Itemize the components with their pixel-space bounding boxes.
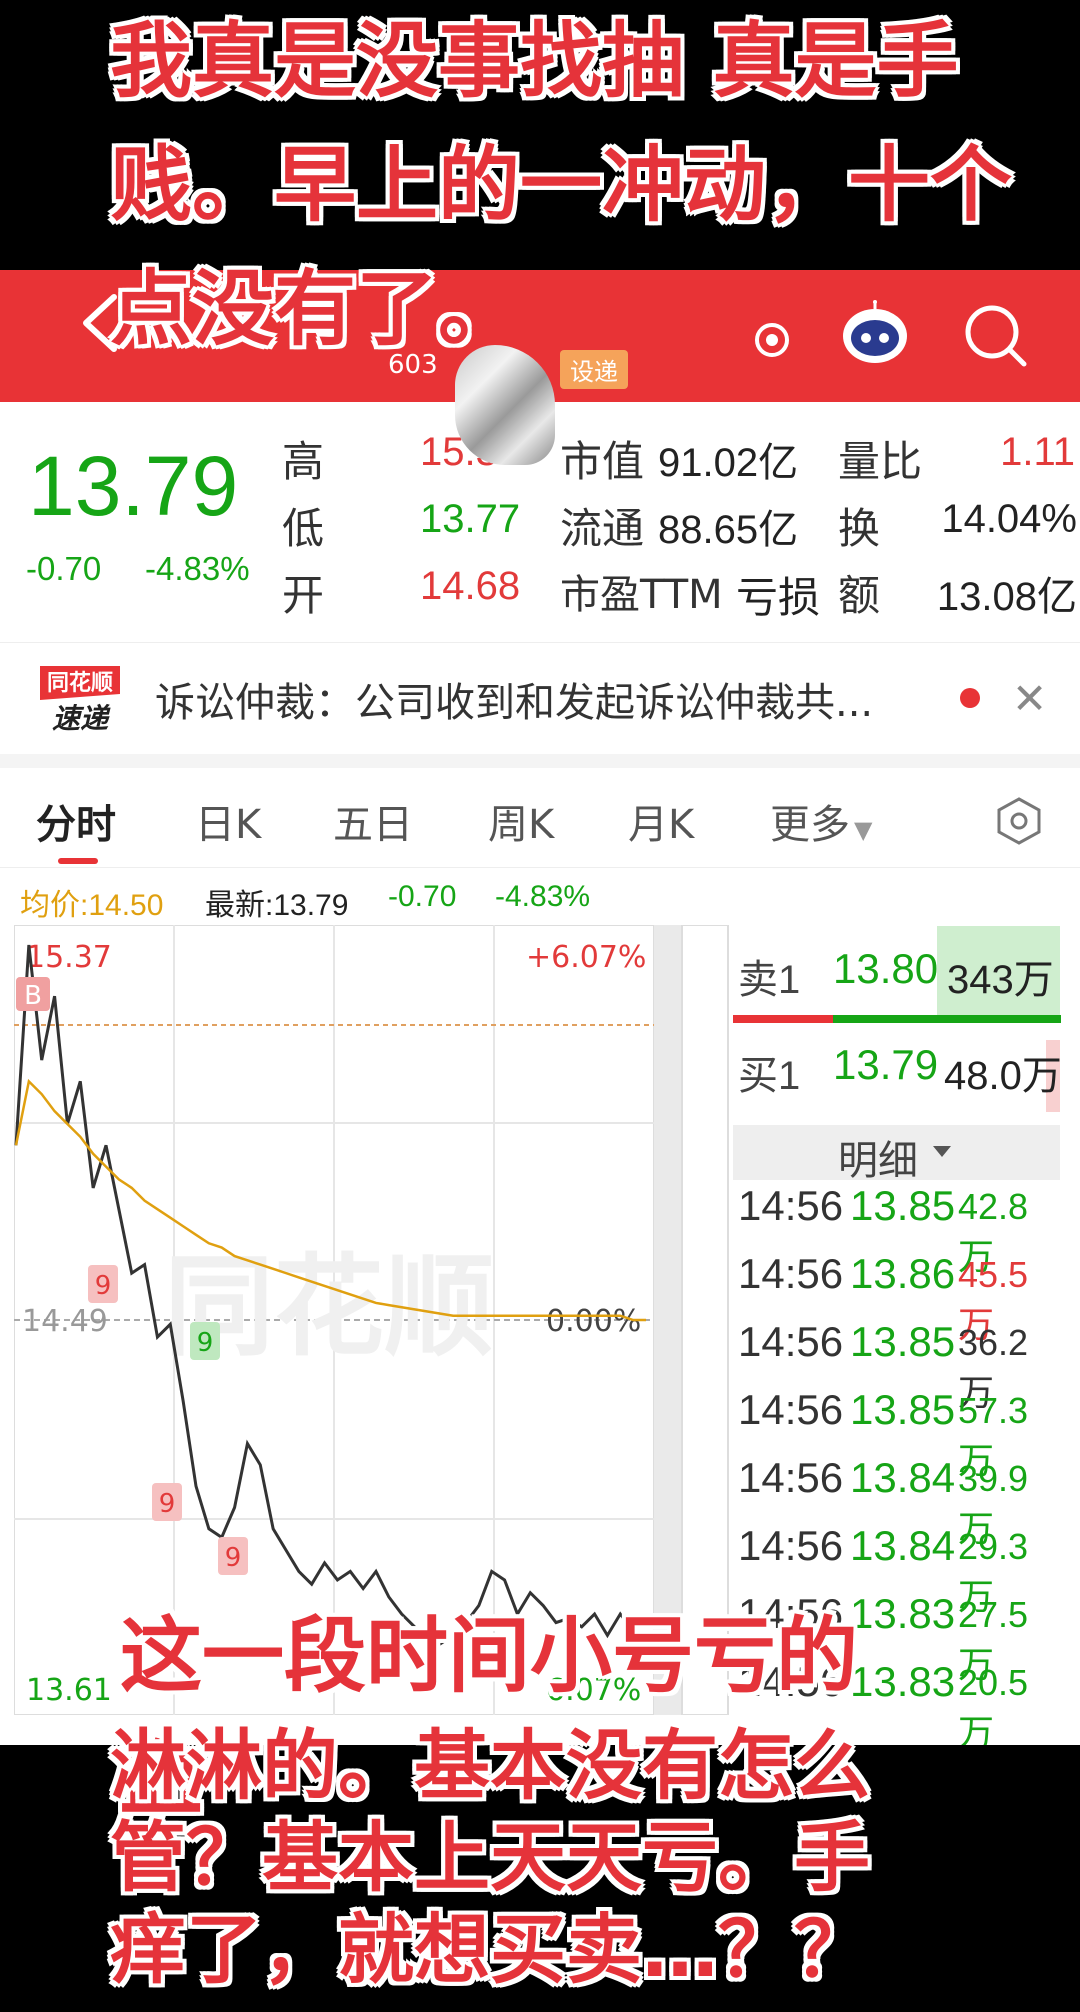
mcap-label: 市值 [560, 437, 645, 486]
detail-title[interactable]: 明细 [838, 1128, 918, 1186]
tab-more-label: 更多 [770, 802, 850, 848]
sell-ratio-bar [833, 1015, 1061, 1023]
avg-price: 均价:14.50 [20, 889, 164, 922]
close-icon[interactable]: ✕ [1012, 674, 1047, 723]
volume-ratio-label: 量比 [838, 437, 923, 486]
tick-time: 14:56 [738, 1454, 844, 1501]
tick-time: 14:56 [738, 1522, 844, 1569]
low-value: 13.77 [420, 497, 521, 541]
pe-value: 亏损 [735, 574, 820, 621]
buy1-price: 13.79 [833, 1041, 939, 1088]
caret-down-icon [933, 1146, 951, 1157]
svg-text:同花顺: 同花顺 [47, 670, 113, 696]
active-tab-indicator [58, 858, 98, 864]
volume-ratio-value: 1.11 [1000, 430, 1075, 474]
td-marker-2-label: 9 [197, 1328, 214, 1358]
pct-high-label: +6.07% [526, 940, 646, 975]
settings-hexagon-icon[interactable] [994, 796, 1044, 846]
sell1-volume: 343万 [947, 958, 1054, 1002]
section-divider [0, 754, 1080, 768]
tab-weekly-k[interactable]: 周K [488, 792, 554, 850]
tick-price: 13.84 [850, 1522, 956, 1569]
amount-label: 额 [838, 571, 881, 620]
high-label: 高 [282, 437, 325, 486]
y-high-label: 15.37 [26, 940, 112, 975]
float-label: 流通 [560, 504, 645, 553]
tab-intraday[interactable]: 分时 [36, 792, 116, 850]
buy1-label: 买1 [738, 1054, 801, 1098]
turnover-value: 14.04% [941, 497, 1077, 541]
stats-change-pct: -4.83% [495, 880, 591, 913]
price-change: -0.70 [26, 550, 102, 587]
news-headline[interactable]: 诉讼仲裁：公司收到和发起诉讼仲裁共... [155, 670, 873, 728]
unread-dot [960, 688, 980, 708]
stats-change: -0.70 [388, 880, 457, 913]
y-low-label: 13.61 [26, 1673, 112, 1708]
buy-ratio-bar [733, 1015, 833, 1023]
td-marker-1-label: 9 [95, 1271, 112, 1301]
buy-marker-label: B [24, 981, 42, 1011]
caption-bottom: 淋淋的。基本没有怎么管？基本上天天亏。手痒了，就想买卖…？？ [110, 1721, 870, 1994]
tick-price: 13.85 [850, 1182, 956, 1229]
tick-price: 13.84 [850, 1454, 956, 1501]
buy1-volume: 48.0万 [944, 1054, 1062, 1098]
tick-time: 14:56 [738, 1318, 844, 1365]
td-marker-3-label: 9 [159, 1489, 176, 1519]
float-value: 88.65亿 [658, 508, 799, 552]
tick-price: 13.85 [850, 1386, 956, 1433]
pe-label: 市盈TTM [560, 572, 723, 618]
mcap-value: 91.02亿 [658, 441, 799, 485]
tab-monthly-k[interactable]: 月K [628, 792, 694, 850]
svg-text:速递: 速递 [52, 702, 111, 735]
tab-more[interactable]: 更多 ▼ [770, 792, 872, 850]
caret-down-icon: ▼ [854, 816, 873, 844]
pct-mid-label: 0.00% [546, 1304, 641, 1339]
tick-time: 14:56 [738, 1250, 844, 1297]
sell1-price: 13.80 [833, 945, 939, 992]
caption-top: 我真是没事找抽 真是手贱。早上的一冲动，十个点没有了。 [110, 14, 1013, 357]
tab-daily-k[interactable]: 日K [195, 792, 261, 850]
current-price: 13.79 [28, 439, 239, 533]
tab-five-day[interactable]: 五日 [333, 792, 413, 850]
turnover-label: 换 [838, 504, 881, 553]
sell1-label: 卖1 [738, 958, 801, 1002]
ths-news-logo: 同花顺 速递 [40, 666, 120, 735]
latest-price: 最新:13.79 [205, 889, 349, 922]
tick-time: 14:56 [738, 1386, 844, 1433]
price-change-pct: -4.83% [145, 550, 250, 587]
low-label: 低 [282, 504, 325, 553]
td-marker-4-label: 9 [225, 1543, 242, 1573]
tick-volume: 20.5万 [958, 1662, 1029, 1745]
tick-price: 13.85 [850, 1318, 956, 1365]
amount-value: 13.08亿 [936, 575, 1077, 619]
tick-time: 14:56 [738, 1182, 844, 1229]
open-label: 开 [282, 571, 325, 620]
open-value: 14.68 [420, 564, 521, 608]
tick-price: 13.86 [850, 1250, 956, 1297]
y-mid-label: 14.49 [22, 1304, 108, 1339]
